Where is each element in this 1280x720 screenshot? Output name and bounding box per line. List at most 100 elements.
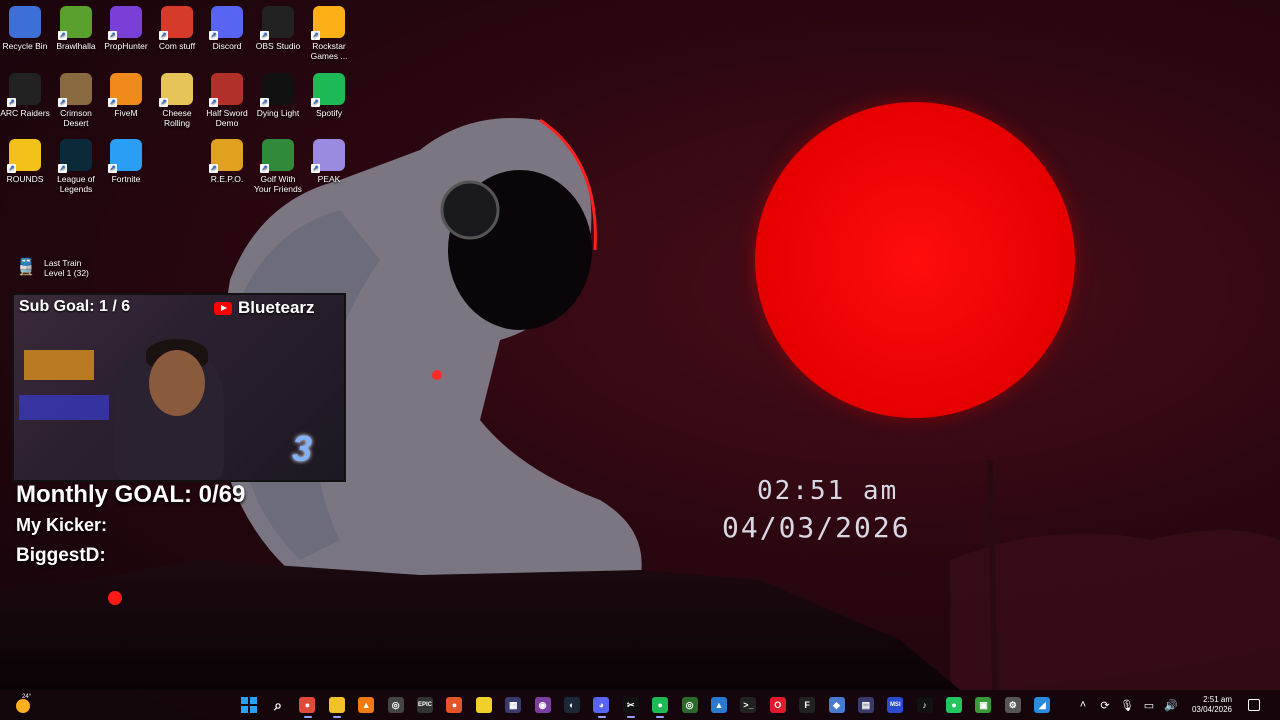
app-blue-icon: ◢	[1034, 697, 1051, 713]
shortcut-arrow-icon: ↗	[311, 31, 320, 40]
taskbar-f-app-button[interactable]: F	[792, 692, 821, 718]
desktop-clock-date: 04/03/2026	[722, 511, 911, 544]
network-icon[interactable]: ▭	[1142, 698, 1156, 712]
tray-time: 2:51 am	[1203, 695, 1232, 704]
f-app-icon: F	[799, 697, 816, 713]
desktop-icon-cheese[interactable]: ↗ Cheese Rolling	[152, 73, 202, 128]
arc-raiders-icon: ↗	[7, 73, 41, 107]
desktop-icon-league[interactable]: ↗ League of Legends	[51, 139, 101, 194]
xbox-icon: ◎	[681, 697, 698, 713]
taskbar-chrome-button[interactable]: ●	[293, 692, 322, 718]
fortnite-icon: ↗	[108, 139, 142, 173]
rockstar-icon: ↗	[311, 6, 345, 40]
desktop-icon-label: Recycle Bin	[2, 41, 48, 51]
desktop-icon-repo[interactable]: ↗ R.E.P.O.	[202, 139, 252, 184]
desktop-icon-rockstar[interactable]: ↗ Rockstar Games ...	[304, 6, 354, 61]
taskbar-steam-helper-button[interactable]: ◎	[381, 692, 410, 718]
taskbar-proton-button[interactable]: ◆	[822, 692, 851, 718]
shortcut-arrow-icon: ↗	[209, 164, 218, 173]
taskbar-msi-button[interactable]: MSI	[881, 692, 910, 718]
shortcut-arrow-icon: ↗	[159, 31, 168, 40]
desktop-icon-peak[interactable]: ↗ PEAK	[304, 139, 354, 184]
taskbar-start-button[interactable]	[234, 692, 263, 718]
taskbar-photos-button[interactable]: ▲	[704, 692, 733, 718]
shelf-lower	[19, 395, 109, 420]
taskbar-apps: ⌕ ● ▲ ◎ EPIC ● ▦ ◉ ◐ ◕ ✂ ● ◎ ▲ >_ O F ◆ ▤ MSI ♪ ● ▣ ⚙ ◢	[234, 692, 1057, 718]
proton-icon: ◆	[828, 697, 845, 713]
desktop-icon-dying-light[interactable]: ↗ Dying Light	[253, 73, 303, 118]
taskbar-tiktok-button[interactable]: ♪	[910, 692, 939, 718]
half-sword-icon: ↗	[209, 73, 243, 107]
taskbar-app-blue-button[interactable]: ◢	[1028, 692, 1057, 718]
youtube-icon	[214, 301, 232, 315]
taskbar-tor-button[interactable]: ◉	[528, 692, 557, 718]
desktop-icon-label: Golf With Your Friends	[254, 174, 302, 194]
desktop-icon-fortnite[interactable]: ↗ Fortnite	[101, 139, 151, 184]
dying-light-icon: ↗	[260, 73, 294, 107]
desktop-icon-prophunter[interactable]: ↗ PropHunter	[101, 6, 151, 51]
desktop-icon-arc-raiders[interactable]: ↗ ARC Raiders	[0, 73, 50, 118]
desktop-icon-label: R.E.P.O.	[210, 174, 244, 184]
repo-icon: ↗	[209, 139, 243, 173]
desktop-icon-fivem[interactable]: ↗ FiveM	[101, 73, 151, 118]
desktop-icon-label: Com stuff	[158, 41, 196, 51]
spotify-icon: ↗	[311, 73, 345, 107]
microphone-icon[interactable]: 🎙	[1120, 698, 1134, 712]
shortcut-arrow-icon: ↗	[7, 98, 16, 107]
taskbar-search-button[interactable]: ⌕	[263, 692, 292, 718]
desktop-icon-brawlhalla[interactable]: ↗ Brawlhalla	[51, 6, 101, 51]
tray-clock[interactable]: 2:51 am 03/04/2026	[1192, 695, 1232, 715]
shortcut-arrow-icon: ↗	[311, 164, 320, 173]
desktop-icon-discord[interactable]: ↗ Discord	[202, 6, 252, 51]
epic-games-icon: EPIC	[417, 697, 434, 713]
desktop-icon-crimson-desert[interactable]: ↗ Crimson Desert	[51, 73, 101, 128]
file-explorer-icon	[328, 697, 345, 713]
notification-icon[interactable]	[1248, 699, 1260, 711]
search-icon: ⌕	[274, 696, 282, 713]
taskbar-app-ms-button[interactable]: ▦	[499, 692, 528, 718]
taskbar-steam-button[interactable]: ◐	[557, 692, 586, 718]
chrome-icon: ●	[299, 697, 316, 713]
taskbar-media-button[interactable]: ▤	[851, 692, 880, 718]
shortcut-arrow-icon: ↗	[209, 98, 218, 107]
desktop-icon-label: Brawlhalla	[56, 41, 96, 51]
taskbar-opera-button[interactable]: O	[763, 692, 792, 718]
taskbar-vlc-button[interactable]: ▲	[352, 692, 381, 718]
taskbar-settings-button[interactable]: ⚙	[998, 692, 1027, 718]
last-train-widget[interactable]: 🚆 Last Train Level 1 (32)	[16, 258, 89, 278]
desktop-icon-half-sword[interactable]: ↗ Half Sword Demo	[202, 73, 252, 128]
desktop-icon-golf[interactable]: ↗ Golf With Your Friends	[253, 139, 303, 194]
terminal-icon: >_	[740, 697, 757, 713]
taskbar-xbox-button[interactable]: ◎	[675, 692, 704, 718]
taskbar-epic-games-button[interactable]: EPIC	[410, 692, 439, 718]
webcam-overlay: 3	[12, 293, 346, 482]
taskbar-line-button[interactable]: ●	[939, 692, 968, 718]
taskbar-app-green-button[interactable]: ▣	[969, 692, 998, 718]
desktop-icon-power[interactable]: ↗ Com stuff	[152, 6, 202, 51]
desktop-icon-label: Crimson Desert	[60, 108, 92, 128]
desktop-icon-obs[interactable]: ↗ OBS Studio	[253, 6, 303, 51]
weather-temp: 24°	[22, 694, 32, 700]
taskbar-spotify-taskbar-button[interactable]: ●	[645, 692, 674, 718]
settings-icon: ⚙	[1004, 697, 1021, 713]
taskbar-brave-button[interactable]: ●	[440, 692, 469, 718]
taskbar-file-explorer-button[interactable]	[322, 692, 351, 718]
shortcut-arrow-icon: ↗	[108, 31, 117, 40]
desktop-icon-spotify[interactable]: ↗ Spotify	[304, 73, 354, 118]
chevron-up-icon[interactable]: ˄	[1076, 698, 1090, 712]
volume-icon[interactable]: 🔊	[1164, 698, 1178, 712]
shortcut-arrow-icon: ↗	[58, 98, 67, 107]
desktop-icon-recycle-bin[interactable]: Recycle Bin	[0, 6, 50, 51]
desktop-icon-label: PEAK	[317, 174, 341, 184]
last-train-title: Last Train	[44, 258, 82, 268]
weather-widget[interactable]: 24°	[14, 694, 32, 714]
shortcut-arrow-icon: ↗	[7, 164, 16, 173]
brawlhalla-icon: ↗	[58, 6, 92, 40]
desktop-icon-rounds[interactable]: ↗ ROUNDS	[0, 139, 50, 184]
brave-icon: ●	[446, 697, 463, 713]
taskbar-discord-taskbar-button[interactable]: ◕	[587, 692, 616, 718]
taskbar-terminal-button[interactable]: >_	[734, 692, 763, 718]
taskbar-sticky-notes-button[interactable]	[469, 692, 498, 718]
sync-icon[interactable]: ⟳	[1098, 698, 1112, 712]
taskbar-capcut-button[interactable]: ✂	[616, 692, 645, 718]
